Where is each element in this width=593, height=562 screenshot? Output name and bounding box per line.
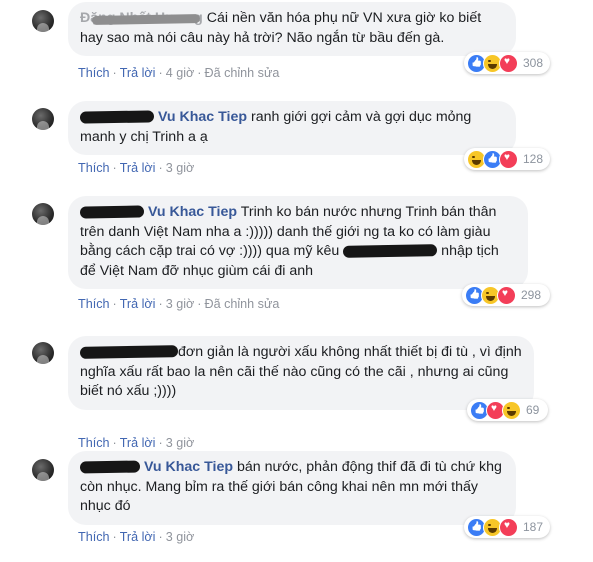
reaction-summary[interactable]: 128 [464,148,550,170]
like-link[interactable]: Thích [78,436,110,450]
comment-actions: Thích · Trả lời · 3 giờ [78,161,195,175]
reply-link[interactable]: Trả lời [120,530,156,544]
reaction-count: 298 [521,288,542,302]
comment-bubble: Vu Khac Tiep Trinh ko bán nước nhưng Tri… [68,196,528,289]
reaction-count: 308 [523,56,544,70]
reply-link[interactable]: Trả lời [120,161,156,175]
reaction-summary[interactable]: 298 [462,284,550,306]
reaction-summary[interactable]: 69 [467,399,548,421]
love-icon [499,53,518,73]
love-icon [499,149,518,169]
comment-bubble: Đặng Nhất Hương Cái nền văn hóa phụ nữ V… [68,2,516,56]
haha-icon [502,400,521,420]
reaction-summary[interactable]: 308 [464,52,550,74]
reaction-summary[interactable]: 187 [464,516,550,538]
reaction-count: 187 [523,520,544,534]
commenter-name-redacted[interactable] [79,205,145,219]
tagged-user-link[interactable]: Vu Khac Tiep [158,109,247,125]
comment-bubble: Vu Khac Tiep ranh giới gợi cảm và gợi dụ… [68,101,516,155]
redacted-text [343,244,438,259]
comment-actions: Thích · Trả lời · 4 giờ · Đã chỉnh sửa [78,66,280,80]
comment-actions: Thích · Trả lời · 3 giờ [78,530,195,544]
commenter-name-redacted[interactable] [79,460,141,474]
comment-time[interactable]: 4 giờ [166,66,195,80]
comment-bubble: Vu Khac Tiep bán nước, phản động thif đã… [68,451,516,525]
commenter-name-redacted[interactable] [79,110,155,124]
comment-time[interactable]: 3 giờ [166,436,195,450]
like-link[interactable]: Thích [78,66,110,80]
reaction-count: 128 [523,152,544,166]
like-link[interactable]: Thích [78,161,110,175]
reply-link[interactable]: Trả lời [120,66,156,80]
reply-link[interactable]: Trả lời [120,297,156,311]
reply-link[interactable]: Trả lời [120,436,156,450]
avatar[interactable] [32,10,54,32]
comment-bubble: đơn giản là người xấu không nhất thiết b… [68,336,534,410]
tagged-user-link[interactable]: Vu Khac Tiep [148,204,237,220]
comment-time[interactable]: 3 giờ [166,297,195,311]
avatar[interactable] [32,459,54,481]
comment-actions: Thích · Trả lời · 3 giờ · Đã chỉnh sửa [78,297,280,311]
avatar[interactable] [32,203,54,225]
comment-time[interactable]: 3 giờ [166,530,195,544]
like-link[interactable]: Thích [78,530,110,544]
avatar[interactable] [32,342,54,364]
commenter-name-redacted[interactable]: Đặng Nhất Hương [80,10,203,26]
commenter-name-redacted[interactable] [79,345,179,360]
like-link[interactable]: Thích [78,297,110,311]
avatar[interactable] [32,108,54,130]
comment-actions: Thích · Trả lời · 3 giờ [78,436,195,450]
love-icon [499,517,518,537]
edited-label[interactable]: Đã chỉnh sửa [204,66,279,80]
love-icon [497,285,516,305]
reaction-count: 69 [526,403,540,417]
tagged-user-link[interactable]: Vu Khac Tiep [144,459,233,475]
comment-time[interactable]: 3 giờ [166,161,195,175]
edited-label[interactable]: Đã chỉnh sửa [204,297,279,311]
